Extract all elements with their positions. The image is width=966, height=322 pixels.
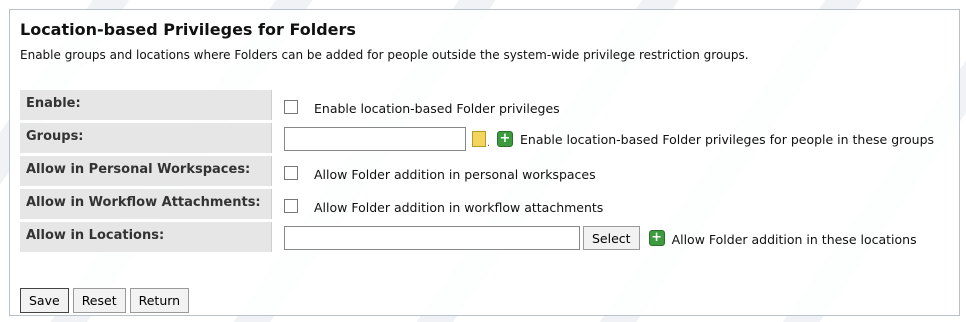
page-title: Location-based Privileges for Folders <box>20 20 356 39</box>
form-row-locations: Allow in Locations: Select + Allow Folde… <box>20 222 960 252</box>
locations-label: Allow in Locations: <box>20 222 272 252</box>
personal-value: Allow Folder addition in personal worksp… <box>272 156 960 186</box>
groups-help-text: Enable location-based Folder privileges … <box>520 131 935 147</box>
user-picker-icon[interactable]: .. <box>472 130 490 149</box>
save-button[interactable]: Save <box>20 288 69 313</box>
personal-label: Allow in Personal Workspaces: <box>20 156 272 186</box>
groups-input[interactable] <box>284 127 466 151</box>
form-row-enable: Enable: Enable location-based Folder pri… <box>20 90 960 120</box>
form-row-personal: Allow in Personal Workspaces: Allow Fold… <box>20 156 960 186</box>
privileges-panel: Location-based Privileges for Folders En… <box>9 9 960 316</box>
return-button[interactable]: Return <box>129 288 190 313</box>
reset-button[interactable]: Reset <box>72 288 126 313</box>
locations-add-icon[interactable]: + <box>648 229 666 247</box>
locations-select-button[interactable]: Select <box>583 226 640 250</box>
form-row-workflow: Allow in Workflow Attachments: Allow Fol… <box>20 189 960 219</box>
page-description: Enable groups and locations where Folder… <box>20 48 749 62</box>
workflow-checkbox-text: Allow Folder addition in workflow attach… <box>314 199 604 215</box>
locations-input[interactable] <box>284 226 580 250</box>
workflow-label: Allow in Workflow Attachments: <box>20 189 272 219</box>
enable-value: Enable location-based Folder privileges <box>272 90 960 120</box>
groups-add-icon[interactable]: + <box>496 130 514 148</box>
groups-label: Groups: <box>20 123 272 153</box>
workflow-value: Allow Folder addition in workflow attach… <box>272 189 960 219</box>
locations-help-text: Allow Folder addition in these locations <box>671 231 917 247</box>
form-row-groups: Groups: .. + Enable location-based Folde… <box>20 123 960 153</box>
enable-checkbox[interactable] <box>284 100 298 114</box>
privileges-form: Enable: Enable location-based Folder pri… <box>20 90 960 255</box>
enable-checkbox-text: Enable location-based Folder privileges <box>314 100 560 116</box>
action-buttons: Save Reset Return <box>20 288 190 313</box>
locations-value: Select + Allow Folder addition in these … <box>272 222 960 252</box>
enable-label: Enable: <box>20 90 272 120</box>
groups-value: .. + Enable location-based Folder privil… <box>272 123 960 153</box>
workflow-checkbox[interactable] <box>284 199 298 213</box>
personal-checkbox-text: Allow Folder addition in personal worksp… <box>314 166 596 182</box>
personal-checkbox[interactable] <box>284 166 298 180</box>
